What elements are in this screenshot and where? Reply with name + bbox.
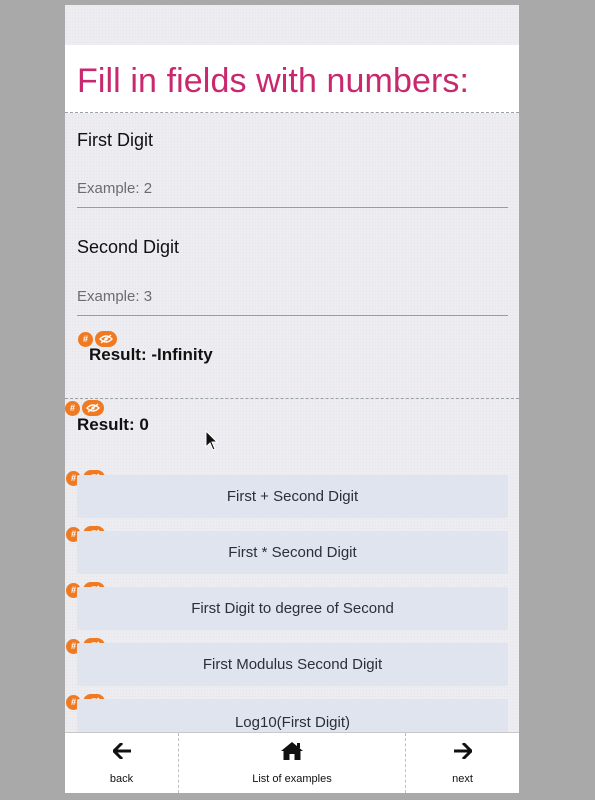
tab-back-label[interactable]: back — [110, 773, 133, 785]
first-digit-label: First Digit — [77, 130, 153, 150]
log10-button[interactable]: Log10(First Digit) — [77, 699, 508, 733]
result-1: Result: -Infinity — [89, 345, 213, 364]
top-strip — [65, 5, 519, 45]
element-badge[interactable]: # — [65, 400, 104, 416]
power-button[interactable]: First Digit to degree of Second — [77, 587, 508, 630]
arrow-right-icon[interactable] — [453, 739, 472, 763]
divider — [65, 398, 519, 399]
mouse-cursor-icon — [205, 430, 219, 451]
tab-back[interactable]: back — [65, 733, 178, 793]
add-digits-button[interactable]: First + Second Digit — [77, 475, 508, 518]
result-2: Result: 0 — [77, 415, 149, 434]
first-digit-input[interactable] — [77, 170, 508, 208]
bottom-tab-bar: back List of examples next — [65, 732, 519, 793]
second-digit-label: Second Digit — [77, 237, 180, 257]
modulus-button[interactable]: First Modulus Second Digit — [77, 643, 508, 686]
tab-list-label[interactable]: List of examples — [252, 773, 331, 785]
multiply-digits-button[interactable]: First * Second Digit — [77, 531, 508, 574]
arrow-left-icon[interactable] — [112, 739, 131, 763]
tab-next-label[interactable]: next — [452, 773, 473, 785]
eye-slash-icon[interactable] — [82, 400, 104, 416]
tab-list-of-examples[interactable]: List of examples — [178, 733, 405, 793]
header: Fill in fields with numbers: — [65, 45, 519, 113]
page-title: Fill in fields with numbers: — [77, 62, 470, 100]
home-icon[interactable] — [280, 739, 304, 763]
app-screen: Fill in fields with numbers: First Digit… — [65, 5, 519, 793]
hash-icon[interactable]: # — [65, 400, 80, 416]
tab-next[interactable]: next — [405, 733, 519, 793]
second-digit-input[interactable] — [77, 278, 508, 316]
